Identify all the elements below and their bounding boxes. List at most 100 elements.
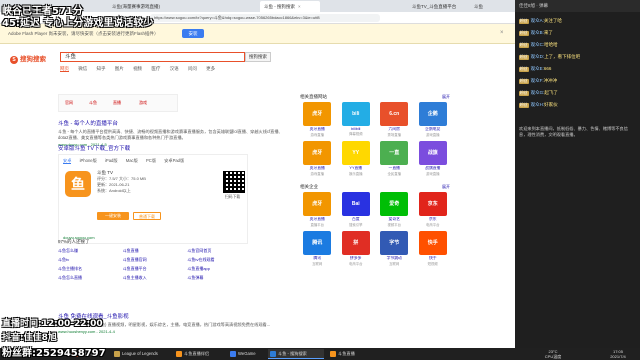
site-logo-icon[interactable]: 字节 <box>380 231 409 255</box>
sogou-logo[interactable]: S 搜狗搜索 <box>10 53 46 64</box>
site-desc: 游戏直播 <box>425 133 440 137</box>
site-card[interactable]: Bai 百度 搜索引擎 <box>339 192 374 227</box>
chat-username[interactable]: 观众D: <box>531 54 545 59</box>
expand-link[interactable]: 展开 <box>442 94 450 100</box>
chat-username[interactable]: 观众C: <box>531 42 545 47</box>
related-link[interactable]: 斗鱼官网首页 <box>187 248 248 254</box>
tag[interactable]: 直播 <box>113 100 121 106</box>
app-card-title-wrap: 安卓版斗鱼 TV下载_官方下载 <box>58 144 288 152</box>
chat-username[interactable]: 观众G: <box>531 90 545 95</box>
browser-tab[interactable]: 斗鱼(海量赛事游戏直播) <box>108 1 188 12</box>
related-link[interactable]: 斗鱼tv <box>58 257 119 263</box>
platform-tab[interactable]: Mac版 <box>126 158 138 163</box>
related-link[interactable]: 斗鱼怎么直播 <box>58 275 119 281</box>
chat-username[interactable]: 观众F: <box>531 78 544 83</box>
tag[interactable]: 官网 <box>65 100 73 106</box>
related-link[interactable]: 斗鱼主播收入 <box>123 275 184 281</box>
chat-username[interactable]: 观众B: <box>531 30 544 35</box>
site-card[interactable]: 虎牙 虎牙直播 游戏直播 <box>300 102 335 137</box>
site-card[interactable]: 6.cn 六间房 秀场直播 <box>377 102 412 137</box>
related-link[interactable]: 斗鱼直播 <box>123 248 184 254</box>
platform-tab[interactable]: PC版 <box>146 158 156 163</box>
taskbar-app-button[interactable]: 斗鱼 - 搜狗搜索 <box>268 349 324 359</box>
taskbar-app-button[interactable]: 斗鱼直播 <box>328 349 370 359</box>
chat-username[interactable]: 观众H: <box>531 102 545 107</box>
platform-tab[interactable]: iPad版 <box>105 158 118 163</box>
tab-zhihu[interactable]: 知乎 <box>97 66 106 71</box>
close-icon[interactable]: × <box>500 30 504 36</box>
douyu-app-icon[interactable]: 鱼 <box>65 171 91 197</box>
tray-clock[interactable]: 17:05 2021/7/4 <box>598 349 638 359</box>
tab-images[interactable]: 图片 <box>115 66 124 71</box>
tab-wenwen[interactable]: 问问 <box>188 66 197 71</box>
browser-tab-active[interactable]: 斗鱼 - 搜狗搜索 × <box>260 1 320 12</box>
site-logo-icon[interactable]: 虎牙 <box>303 141 332 165</box>
site-logo-icon[interactable]: 快手 <box>418 231 447 255</box>
site-card[interactable]: 腾讯 腾讯 互联网 <box>300 231 335 266</box>
search-input[interactable]: 斗鱼 <box>60 52 245 62</box>
site-card[interactable]: 京东 京东 电商平台 <box>416 192 451 227</box>
platform-tab[interactable]: 安卓 <box>63 158 72 164</box>
taskbar-app-button[interactable]: WeGame <box>228 349 264 359</box>
site-card[interactable]: 快手 快手 短视频 <box>416 231 451 266</box>
install-flash-button[interactable]: 安装 <box>182 29 204 38</box>
site-logo-icon[interactable]: 虎牙 <box>303 192 332 216</box>
related-link[interactable]: 斗鱼tv在线观看 <box>187 257 248 263</box>
related-link[interactable]: 斗鱼主播排名 <box>58 266 119 272</box>
chat-username[interactable]: 观众E: <box>531 66 544 71</box>
site-card[interactable]: 企鹅 企鹅电竞 游戏直播 <box>416 102 451 137</box>
site-card[interactable]: 字节 字节跳动 互联网 <box>377 231 412 266</box>
site-logo-icon[interactable]: 虎牙 <box>303 102 332 126</box>
taskbar-app-button[interactable]: League of Legends <box>112 349 170 359</box>
tab-medical[interactable]: 医疗 <box>151 66 160 71</box>
site-logo-icon[interactable]: 一直 <box>380 141 409 165</box>
site-card[interactable]: 虎牙 虎牙直播 游戏直播 <box>300 141 335 176</box>
related-link[interactable]: 斗鱼弹幕 <box>187 275 248 281</box>
related-link[interactable]: 斗鱼直播app <box>187 266 248 272</box>
tab-weixin[interactable]: 微信 <box>78 66 87 71</box>
site-card[interactable]: 爱奇 爱奇艺 视频平台 <box>377 192 412 227</box>
site-card[interactable]: YY YY直播 娱乐直播 <box>339 141 374 176</box>
site-logo-icon[interactable]: 拼 <box>341 231 370 255</box>
related-link[interactable]: 斗鱼直播平台 <box>123 266 184 272</box>
search-button[interactable]: 搜狗搜索 <box>245 52 271 62</box>
site-card[interactable]: 拼拼多多 电商平台 <box>339 231 374 266</box>
tag[interactable]: 斗鱼 <box>89 100 97 106</box>
platform-tab[interactable]: 安卓Pad版 <box>164 158 184 163</box>
normal-download-button[interactable]: 普通下载 <box>133 212 161 220</box>
close-icon[interactable]: × <box>298 4 301 9</box>
expand-link[interactable]: 展开 <box>442 184 450 190</box>
fan-badge: 粉丝 <box>519 103 529 108</box>
platform-tab[interactable]: iPhone版 <box>80 158 97 163</box>
site-card[interactable]: bili bilibili 弹幕视频 <box>339 102 374 137</box>
tab-video[interactable]: 视频 <box>133 66 142 71</box>
browser-tab[interactable]: 斗鱼 <box>470 1 520 12</box>
site-logo-icon[interactable]: 爱奇 <box>380 192 409 216</box>
site-logo-icon[interactable]: Bai <box>341 192 370 216</box>
tab-web[interactable]: 网页 <box>60 66 69 72</box>
related-link[interactable]: 斗鱼怎么赚 <box>58 248 119 254</box>
site-logo-icon[interactable]: bili <box>341 102 370 126</box>
tray-weather[interactable]: 23°C CPU温度 <box>538 349 568 359</box>
site-card[interactable]: 战旗 战旗直播 游戏直播 <box>416 141 451 176</box>
chat-username[interactable]: 观众A: <box>531 18 544 23</box>
site-logo-icon[interactable]: 腾讯 <box>303 231 332 255</box>
result-url[interactable]: www.huoshenyy.com - 2021-4-4 <box>58 329 288 334</box>
app-card-title-link[interactable]: 安卓版斗鱼 TV下载_官方下载 <box>58 144 288 152</box>
related-link[interactable]: 斗鱼直播官网 <box>123 257 184 263</box>
tag[interactable]: 游戏 <box>139 100 147 106</box>
site-logo-icon[interactable]: 企鹅 <box>418 102 447 126</box>
site-logo-icon[interactable]: 战旗 <box>418 141 447 165</box>
site-card[interactable]: 一直 一直播 全民直播 <box>377 141 412 176</box>
one-click-install-button[interactable]: 一键安装 <box>97 212 129 220</box>
url-input[interactable]: https://www.sogou.com/tx?query=斗鱼&hdq=so… <box>150 14 380 22</box>
site-card[interactable]: 虎牙 虎牙直播 直播平台 <box>300 192 335 227</box>
tab-more[interactable]: 更多 <box>206 66 215 71</box>
site-logo-icon[interactable]: 6.cn <box>380 102 409 126</box>
site-logo-icon[interactable]: YY <box>341 141 370 165</box>
tab-dictionary[interactable]: 汉语 <box>170 66 179 71</box>
logo-text: 搜狗搜索 <box>20 56 46 63</box>
result-title-link[interactable]: 斗鱼 - 每个人的直播平台 <box>58 119 288 127</box>
site-logo-icon[interactable]: 京东 <box>418 192 447 216</box>
taskbar-app-button[interactable]: 斗鱼直播伴侣 <box>174 349 224 359</box>
